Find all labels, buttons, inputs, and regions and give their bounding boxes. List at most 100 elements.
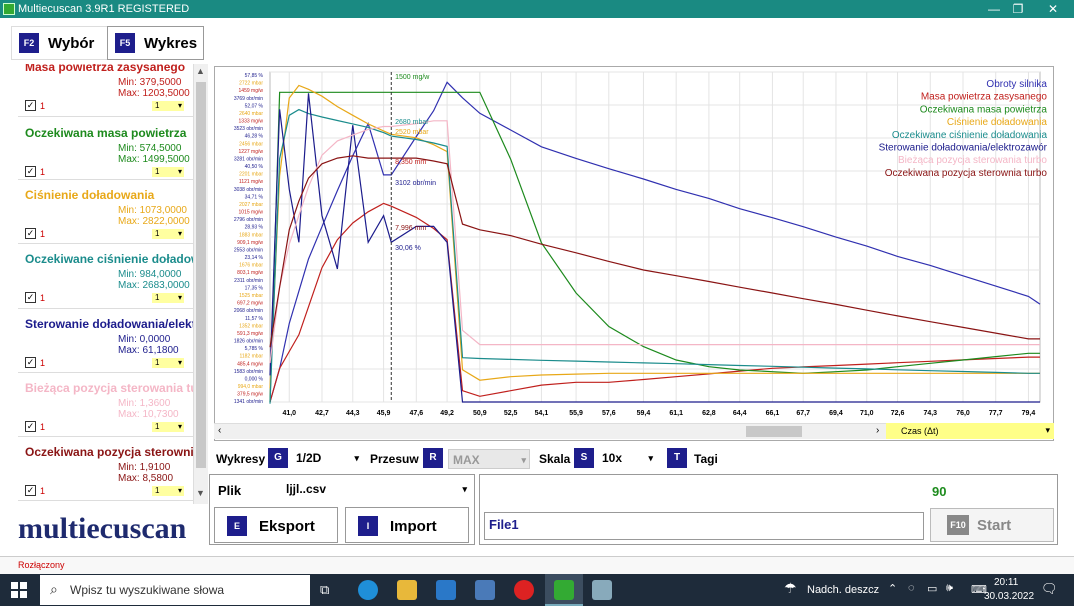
channel-min: Min: 379,5000 <box>118 77 182 88</box>
channel-checkbox[interactable]: ✓ <box>25 485 36 496</box>
channel-checkbox[interactable]: ✓ <box>25 421 36 432</box>
x-tick-label: 41,0 <box>282 410 296 417</box>
wykresy-select[interactable]: 1/2D ▾ <box>292 448 362 468</box>
y-tick-label: 994,0 mbar <box>238 384 264 390</box>
y-tick-label: 5,785 % <box>245 346 264 352</box>
channel-min: Min: 574,5000 <box>118 143 182 154</box>
channel-card: Ciśnienie doładowania Min: 1073,0000 Max: … <box>18 182 193 244</box>
channel-scale-select[interactable]: 1 <box>152 101 184 111</box>
maximize-button[interactable]: ❐ <box>1001 0 1035 18</box>
search-placeholder: Wpisz tu wyszukiwane słowa <box>70 583 225 597</box>
file-value: ljjl..csv <box>286 482 327 496</box>
channel-scale-select[interactable]: 1 <box>152 358 184 368</box>
y-tick-label: 2640 mbar <box>239 111 263 117</box>
channel-card: Bieżąca pozycja sterowania turbo Min: 1,3… <box>18 375 193 437</box>
y-tick-label: 2027 mbar <box>239 202 263 208</box>
legend-entry: Bieżąca pozycja sterowania turbo <box>898 155 1047 166</box>
scrollbar-thumb[interactable] <box>196 82 206 468</box>
x-tick-label: 42,7 <box>315 410 329 417</box>
przesuw-select[interactable]: MAX ▾ <box>448 449 530 469</box>
x-tick-label: 49,2 <box>440 410 454 417</box>
channel-index: 1 <box>40 229 46 239</box>
wykresy-key-badge: G <box>268 448 288 468</box>
channel-scale-select[interactable]: 1 <box>152 486 184 496</box>
tab-wybor[interactable]: F2 Wybór <box>11 26 110 60</box>
channel-name: Oczekiwana masa powietrza <box>25 126 187 140</box>
x-tick-label: 54,1 <box>535 410 549 417</box>
scroll-down-icon[interactable]: ▼ <box>196 488 205 498</box>
x-tick-label: 57,6 <box>602 410 616 417</box>
notepad-icon[interactable] <box>592 580 612 600</box>
tab-wykres[interactable]: F5 Wykres <box>107 26 204 60</box>
channel-checkbox[interactable]: ✓ <box>25 166 36 177</box>
skala-select[interactable]: 10x ▾ <box>598 448 656 468</box>
channel-max: Max: 1203,5000 <box>118 88 190 99</box>
opera-icon[interactable] <box>514 580 534 600</box>
y-tick-label: 28,93 % <box>245 225 264 231</box>
task-view-icon[interactable]: ⧉ <box>320 582 329 598</box>
mail-icon[interactable] <box>436 580 456 600</box>
tab-label: Wykres <box>144 35 198 52</box>
y-tick-label: 1015 mg/w <box>239 210 264 216</box>
battery-icon[interactable]: ▭ <box>927 582 937 595</box>
y-tick-label: 1459 mg/w <box>239 88 264 94</box>
scroll-up-icon[interactable]: ▲ <box>196 66 205 76</box>
file-explorer-icon[interactable] <box>397 580 417 600</box>
start-button[interactable]: F10 Start <box>930 508 1054 542</box>
channel-checkbox[interactable]: ✓ <box>25 357 36 368</box>
channel-scale-select[interactable]: 1 <box>152 422 184 432</box>
hscrollbar-thumb[interactable] <box>746 426 802 437</box>
chart-hscrollbar[interactable]: ‹ › <box>214 423 886 439</box>
x-tick-label: 61,1 <box>669 410 683 417</box>
y-tick-label: 1333 mg/w <box>239 119 264 125</box>
channel-max: Max: 10,7300 <box>118 409 179 420</box>
channel-panel-scrollbar[interactable]: ▲ ▼ <box>193 64 208 504</box>
session-name-input[interactable]: File1 <box>484 512 924 540</box>
channel-name: Oczekiwana pozycja sterownia turbo <box>25 445 193 459</box>
channel-checkbox[interactable]: ✓ <box>25 100 36 111</box>
file-label: Plik <box>218 483 242 498</box>
channel-scale-select[interactable]: 1 <box>152 167 184 177</box>
clock-time[interactable]: 20:11 <box>994 577 1018 588</box>
session-panel: 90 File1 F10 Start <box>479 474 1058 545</box>
y-tick-label: 2553 obr/min <box>234 247 263 253</box>
channel-checkbox[interactable]: ✓ <box>25 292 36 303</box>
legend-entry: Oczekiwana masa powietrza <box>920 104 1048 115</box>
channel-max: Max: 61,1800 <box>118 345 179 356</box>
notifications-icon[interactable]: 🗨 <box>1041 581 1058 597</box>
cursor-annotation: 8,350 mm <box>395 159 426 166</box>
chevron-up-icon[interactable]: ⌃ <box>888 582 897 595</box>
clock-date[interactable]: 30.03.2022 <box>984 591 1034 602</box>
status-bar: Rozłączony <box>0 556 1074 574</box>
x-tick-label: 52,5 <box>504 410 518 417</box>
tagi-label[interactable]: Tagi <box>694 452 718 466</box>
chart-area[interactable]: 41,0 42,7 44,3 45,9 47,6 49,2 50,9 52,5 54,1 55,9… <box>214 66 1054 441</box>
channel-checkbox[interactable]: ✓ <box>25 228 36 239</box>
store-icon[interactable] <box>475 580 495 600</box>
speaker-icon[interactable]: 🕪 <box>946 582 953 595</box>
start-key-badge: F10 <box>947 515 969 535</box>
network-icon[interactable]: ◌ <box>908 582 915 594</box>
taskbar-search[interactable]: ⌕ Wpisz tu wyszukiwane słowa <box>40 575 310 605</box>
y-tick-label: 1341 obr/min <box>234 399 263 405</box>
y-tick-label: 803,1 mg/w <box>237 270 263 276</box>
time-axis-select[interactable]: Czas (Δt) ▾ <box>886 423 1054 439</box>
scroll-right-icon[interactable]: › <box>876 425 879 436</box>
export-key-badge: E <box>227 516 247 536</box>
start-label: Start <box>977 517 1012 534</box>
weather-text[interactable]: Nadch. deszcz <box>807 584 879 596</box>
y-tick-label: 23,14 % <box>245 255 264 261</box>
edge-icon[interactable] <box>358 580 378 600</box>
channel-scale-select[interactable]: 1 <box>152 229 184 239</box>
channel-min: Min: 1073,0000 <box>118 205 187 216</box>
export-button[interactable]: E Eksport <box>214 507 338 543</box>
import-button[interactable]: I Import <box>345 507 469 543</box>
cursor-annotation: 1500 mg/w <box>395 74 430 81</box>
windows-start-icon[interactable] <box>11 582 27 598</box>
file-select[interactable]: ljjl..csv ▾ <box>282 479 470 499</box>
close-button[interactable]: ✕ <box>1036 0 1070 18</box>
channel-scale-select[interactable]: 1 <box>152 293 184 303</box>
wykresy-label: Wykresy <box>216 452 266 466</box>
scroll-left-icon[interactable]: ‹ <box>218 425 221 436</box>
multiecuscan-task[interactable] <box>545 574 583 606</box>
